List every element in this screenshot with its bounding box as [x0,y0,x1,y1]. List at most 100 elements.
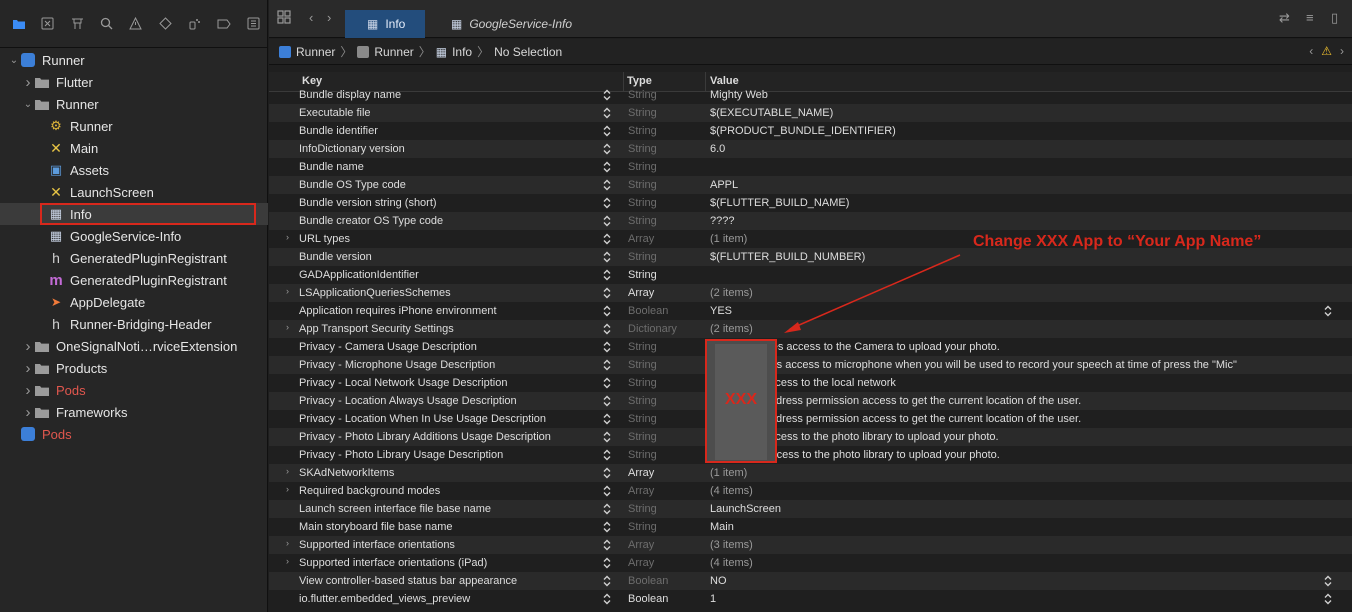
key-stepper-icon[interactable] [603,341,611,353]
key-stepper-icon[interactable] [603,269,611,281]
plist-type[interactable]: String [628,341,657,353]
plist-type[interactable]: String [628,161,657,173]
plist-key[interactable]: SKAdNetworkItems [299,467,394,479]
chevron-down-icon[interactable]: ⌄ [22,99,34,110]
plist-value[interactable]: ???? [710,215,734,227]
plist-type[interactable]: String [628,251,657,263]
plist-row[interactable]: io.flutter.embedded_views_preview Boolean… [269,590,1352,608]
plist-key[interactable]: Bundle display name [299,89,401,101]
plist-key[interactable]: Main storyboard file base name [299,521,452,533]
swap-icon[interactable]: ⇄ [1279,10,1290,30]
key-stepper-icon[interactable] [603,539,611,551]
plist-value[interactable]: (1 item) [710,233,747,245]
chevron-down-icon[interactable]: ⌄ [8,55,20,66]
plist-value[interactable]: (2 items) [710,287,753,299]
search-icon[interactable] [92,11,121,37]
plist-type[interactable]: Array [628,233,654,245]
breadcrumb-info[interactable]: Info [452,45,472,59]
plist-type[interactable]: String [628,143,657,155]
plist-row[interactable]: Executable file String $(EXECUTABLE_NAME) [269,104,1352,122]
plist-row[interactable]: Privacy - Microphone Usage Description St… [269,356,1352,374]
tree-item-runner[interactable]: ⌄ Runner [0,93,268,115]
plist-type[interactable]: String [628,377,657,389]
plist-type[interactable]: String [628,395,657,407]
plist-key[interactable]: Bundle OS Type code [299,179,406,191]
plist-key[interactable]: URL types [299,233,350,245]
tree-item-runner[interactable]: ⌄ Runner [0,49,268,71]
test-diamond-icon[interactable] [151,11,180,37]
plist-key[interactable]: GADApplicationIdentifier [299,269,419,281]
back-icon[interactable]: ‹ [309,10,313,30]
plist-row[interactable]: Privacy - Photo Library Usage Descriptio… [269,446,1352,464]
plist-value[interactable]: 6.0 [710,143,725,155]
plist-value[interactable]: $(FLUTTER_BUILD_NAME) [710,197,849,209]
key-stepper-icon[interactable] [603,557,611,569]
plist-key[interactable]: Privacy - Microphone Usage Description [299,359,495,371]
chevron-right-icon[interactable]: › [22,360,34,377]
plist-key[interactable]: Privacy - Photo Library Additions Usage … [299,431,551,443]
plist-type[interactable]: Array [628,539,654,551]
key-stepper-icon[interactable] [603,413,611,425]
forward-icon[interactable]: › [327,10,331,30]
plist-type[interactable]: String [628,413,657,425]
plist-type[interactable]: Dictionary [628,323,677,335]
key-stepper-icon[interactable] [603,575,611,587]
plist-value[interactable]: $(PRODUCT_BUNDLE_IDENTIFIER) [710,125,896,137]
report-icon[interactable] [239,11,268,37]
key-stepper-icon[interactable] [603,467,611,479]
chevron-right-icon[interactable]: › [286,466,289,476]
plist-type[interactable]: Boolean [628,575,668,587]
plist-value[interactable]: YES [710,305,732,317]
tab-googleservice-info[interactable]: ▦ GoogleService-Info [429,10,594,38]
value-stepper-icon[interactable] [1324,593,1332,605]
plist-key[interactable]: Privacy - Local Network Usage Descriptio… [299,377,507,389]
key-stepper-icon[interactable] [603,449,611,461]
plist-value[interactable]: N app requires access to microphone when… [710,359,1237,371]
plist-type[interactable]: Boolean [628,593,668,605]
plist-row[interactable]: Privacy - Location Always Usage Descript… [269,392,1352,410]
plist-row[interactable]: Bundle creator OS Type code String???? [269,212,1352,230]
key-stepper-icon[interactable] [603,107,611,119]
plist-row[interactable]: › Required background modes Array (4 items) [269,482,1352,500]
plist-type[interactable]: String [628,503,657,515]
plist-row[interactable]: › Supported interface orientations Array (3… [269,536,1352,554]
tree-item-pods[interactable]: › Pods [0,379,268,401]
plist-type[interactable]: String [628,269,657,281]
key-stepper-icon[interactable] [603,197,611,209]
key-stepper-icon[interactable] [603,125,611,137]
plist-key[interactable]: Supported interface orientations (iPad) [299,557,487,569]
value-stepper-icon[interactable] [1324,575,1332,587]
breadcrumb-runner-project[interactable]: Runner [296,45,335,59]
plist-type[interactable]: String [628,179,657,191]
plist-type[interactable]: String [628,89,657,101]
plist-value[interactable]: (3 items) [710,539,753,551]
key-stepper-icon[interactable] [603,233,611,245]
plist-row[interactable]: Bundle OS Type code String APPL [269,176,1352,194]
chevron-right-icon[interactable]: › [286,286,289,296]
plist-key[interactable]: Bundle version string (short) [299,197,437,209]
tree-item-googleservice-info[interactable]: ▦ GoogleService-Info [0,225,268,247]
key-stepper-icon[interactable] [603,305,611,317]
plist-type[interactable]: String [628,107,657,119]
plist-value[interactable]: $(EXECUTABLE_NAME) [710,107,833,119]
plist-value[interactable]: 1 [710,593,716,605]
plist-value[interactable]: NO [710,575,727,587]
plist-key[interactable]: Privacy - Location Always Usage Descript… [299,395,517,407]
plist-key[interactable]: Required background modes [299,485,440,497]
tree-item-products[interactable]: › Products [0,357,268,379]
plist-key[interactable]: Privacy - Location When In Use Usage Des… [299,413,546,425]
plist-type[interactable]: Array [628,467,654,479]
tree-item-flutter[interactable]: › Flutter [0,71,268,93]
chevron-right-icon[interactable]: › [22,404,34,421]
plist-row[interactable]: Bundle identifier String $(PRODUCT_BUNDLE_… [269,122,1352,140]
key-stepper-icon[interactable] [603,485,611,497]
source-control-icon[interactable] [33,11,62,37]
key-stepper-icon[interactable] [603,593,611,605]
chevron-right-icon[interactable]: › [22,74,34,91]
plist-key[interactable]: App Transport Security Settings [299,323,454,335]
plist-value[interactable]: (2 items) [710,323,753,335]
tree-item-pods[interactable]: Pods [0,423,268,445]
chevron-right-icon[interactable]: › [22,338,34,355]
plist-row[interactable]: Main storyboard file base name String Main [269,518,1352,536]
plist-row[interactable]: Launch screen interface file base name St… [269,500,1352,518]
